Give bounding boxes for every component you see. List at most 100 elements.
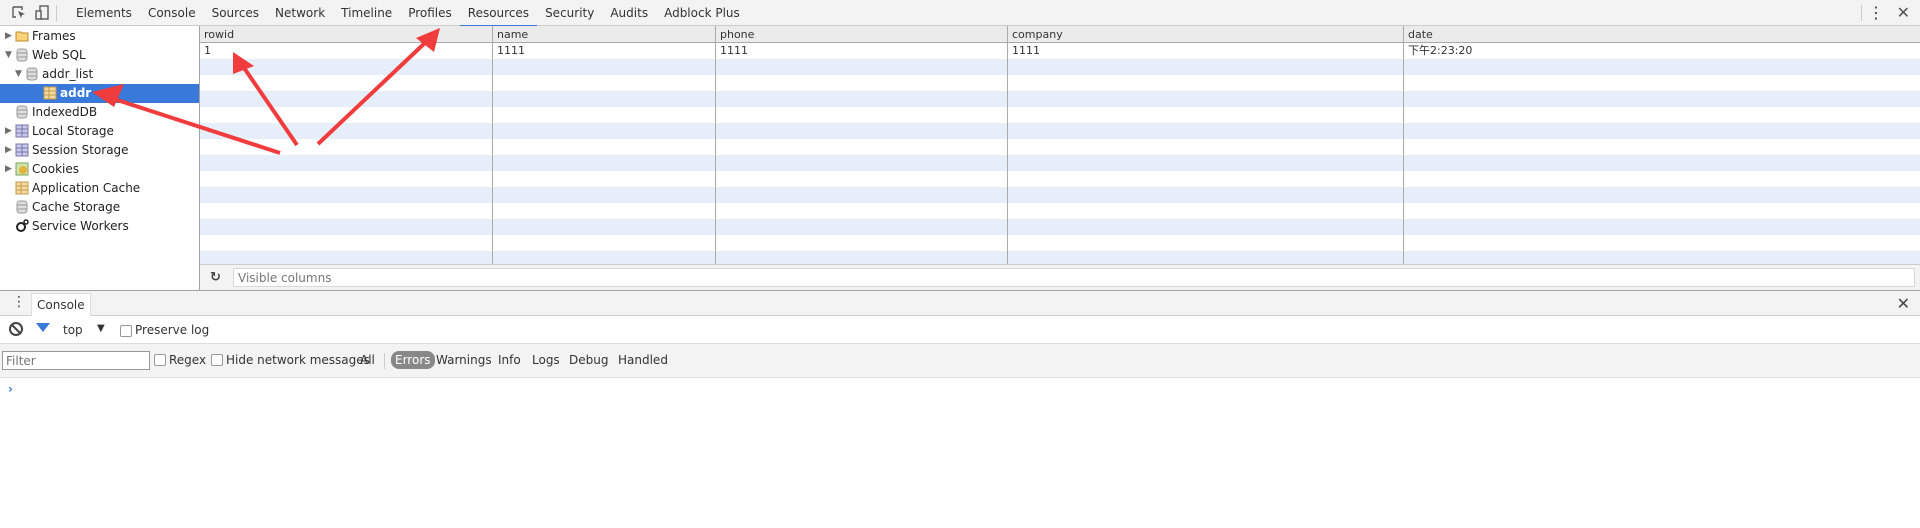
tab-console[interactable]: Console xyxy=(140,0,204,26)
context-selector[interactable]: top xyxy=(63,323,83,337)
devtools-toolbar: Elements Console Sources Network Timeline Pro… xyxy=(0,0,1920,27)
table-row[interactable]: 1 1111 1111 1111 下午2:23:20 xyxy=(200,43,1920,59)
grid-icon xyxy=(15,124,29,138)
grid-icon xyxy=(15,143,29,157)
column-divider[interactable] xyxy=(1007,26,1008,264)
tab-audits[interactable]: Audits xyxy=(602,0,656,26)
column-header-date[interactable]: date xyxy=(1404,26,1920,43)
database-icon xyxy=(15,48,29,62)
column-header-rowid[interactable]: rowid xyxy=(200,26,493,43)
refresh-icon[interactable]: ↻ xyxy=(210,270,221,285)
tab-elements[interactable]: Elements xyxy=(68,0,140,26)
panel-tabs: Elements Console Sources Network Timeline Pro… xyxy=(68,0,748,27)
tab-resources[interactable]: Resources xyxy=(459,0,538,27)
visible-columns-input[interactable] xyxy=(233,268,1915,287)
collapsed-triangle-icon[interactable]: ▶ xyxy=(5,27,13,46)
context-dropdown-icon[interactable]: ▼ xyxy=(97,323,105,334)
level-debug[interactable]: Debug xyxy=(569,353,608,367)
empty-row xyxy=(200,107,1920,123)
console-prompt-icon[interactable]: › xyxy=(8,382,13,396)
filter-input[interactable] xyxy=(2,351,150,370)
sidebar-item-frames[interactable]: ▶ Frames xyxy=(0,27,199,46)
tab-sources[interactable]: Sources xyxy=(204,0,267,26)
close-drawer-icon[interactable]: ✕ xyxy=(1897,294,1910,313)
empty-row xyxy=(200,155,1920,171)
resources-sidebar: ▶ Frames ▼ Web SQL ▼ addr_listaddr IndexedDB ▶ L… xyxy=(0,26,200,290)
regex-checkbox[interactable] xyxy=(154,354,166,366)
sidebar-item-cookies[interactable]: ▶ Cookies xyxy=(0,160,199,179)
tab-console[interactable]: Console xyxy=(31,293,91,317)
preserve-log-label: Preserve log xyxy=(135,323,210,337)
level-info[interactable]: Info xyxy=(498,353,521,367)
empty-row xyxy=(200,75,1920,91)
console-filter-bar: Regex Hide network messages All ErrorsWar… xyxy=(0,344,1920,378)
hide-network-checkbox[interactable] xyxy=(211,354,223,366)
filter-icon[interactable] xyxy=(36,323,50,332)
empty-row xyxy=(200,203,1920,219)
tab-adblock-plus[interactable]: Adblock Plus xyxy=(656,0,748,26)
sidebar-item-label: Frames xyxy=(32,29,76,43)
drawer-tabbar: ⋮ Console ✕ xyxy=(0,290,1920,317)
collapsed-triangle-icon[interactable]: ▶ xyxy=(5,122,13,141)
cell-company: 1111 xyxy=(1012,44,1040,57)
cell-phone: 1111 xyxy=(720,44,748,57)
empty-row xyxy=(200,139,1920,155)
tab-timeline[interactable]: Timeline xyxy=(333,0,400,26)
sidebar-item-cache-storage[interactable]: Cache Storage xyxy=(0,198,199,217)
folder-icon xyxy=(15,29,29,43)
sidebar-item-session-storage[interactable]: ▶ Session Storage xyxy=(0,141,199,160)
tab-network[interactable]: Network xyxy=(267,0,333,26)
sidebar-item-label: addr xyxy=(60,86,92,100)
drawer-menu-icon[interactable]: ⋮ xyxy=(12,294,26,310)
cell-date: 下午2:23:20 xyxy=(1408,44,1473,57)
more-options-icon[interactable]: ⋮ xyxy=(1868,3,1884,22)
database-icon xyxy=(25,67,39,81)
sidebar-item-web-sql[interactable]: ▼ Web SQL xyxy=(0,46,199,65)
device-mode-icon[interactable] xyxy=(34,4,52,22)
level-all[interactable]: All xyxy=(360,353,375,367)
sidebar-item-addr[interactable]: addr xyxy=(0,84,199,103)
tab-profiles[interactable]: Profiles xyxy=(400,0,460,26)
column-header-company[interactable]: company xyxy=(1008,26,1404,43)
inspect-element-icon[interactable] xyxy=(10,4,28,22)
hide-network-label: Hide network messages xyxy=(226,353,370,367)
column-divider[interactable] xyxy=(715,26,716,264)
level-logs[interactable]: Logs xyxy=(532,353,560,367)
table-header: rowid name phone company date xyxy=(200,26,1920,43)
level-errors[interactable]: Errors xyxy=(391,351,435,369)
level-handled[interactable]: Handled xyxy=(618,353,668,367)
sidebar-item-label: Service Workers xyxy=(32,219,129,233)
level-warnings[interactable]: Warnings xyxy=(436,353,492,367)
expanded-triangle-icon[interactable]: ▼ xyxy=(15,65,23,84)
sidebar-item-service-workers[interactable]: Service Workers xyxy=(0,217,199,236)
sidebar-item-indexeddb[interactable]: IndexedDB xyxy=(0,103,199,122)
column-header-name[interactable]: name xyxy=(493,26,716,43)
column-header-phone[interactable]: phone xyxy=(716,26,1008,43)
sidebar-item-addr-list[interactable]: ▼ addr_list xyxy=(0,65,199,84)
sidebar-item-label: Cache Storage xyxy=(32,200,121,214)
column-divider[interactable] xyxy=(1403,26,1404,264)
grid-footer: ↻ xyxy=(200,264,1920,290)
sidebar-item-local-storage[interactable]: ▶ Local Storage xyxy=(0,122,199,141)
close-devtools-icon[interactable]: ✕ xyxy=(1897,3,1910,22)
column-divider[interactable] xyxy=(492,26,493,264)
expanded-triangle-icon[interactable]: ▼ xyxy=(5,46,13,65)
tab-security[interactable]: Security xyxy=(537,0,602,26)
websql-table-grid: rowid name phone company date 1 1111 1111 1111 下… xyxy=(200,26,1920,264)
toolbar-divider xyxy=(56,5,57,21)
table-icon xyxy=(15,181,29,195)
database-icon xyxy=(15,105,29,119)
sidebar-item-label: Web SQL xyxy=(32,48,86,62)
table-icon xyxy=(43,86,57,100)
clear-console-icon[interactable] xyxy=(9,322,23,336)
collapsed-triangle-icon[interactable]: ▶ xyxy=(5,160,13,179)
sidebar-item-label: Cookies xyxy=(32,162,79,176)
sidebar-item-application-cache[interactable]: Application Cache xyxy=(0,179,199,198)
empty-row xyxy=(200,235,1920,251)
empty-row xyxy=(200,123,1920,139)
preserve-log-checkbox[interactable] xyxy=(120,325,132,337)
cell-name: 1111 xyxy=(497,44,525,57)
collapsed-triangle-icon[interactable]: ▶ xyxy=(5,141,13,160)
database-icon xyxy=(15,200,29,214)
sidebar-item-label: addr_list xyxy=(42,67,94,81)
